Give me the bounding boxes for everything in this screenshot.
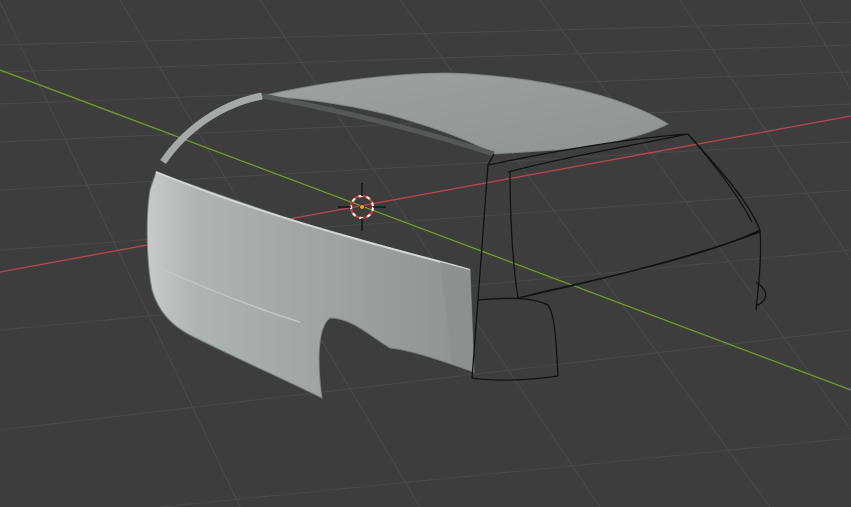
viewport-canvas[interactable]	[0, 0, 851, 507]
object-origin-dot	[359, 204, 365, 210]
3d-viewport[interactable]	[0, 0, 851, 507]
